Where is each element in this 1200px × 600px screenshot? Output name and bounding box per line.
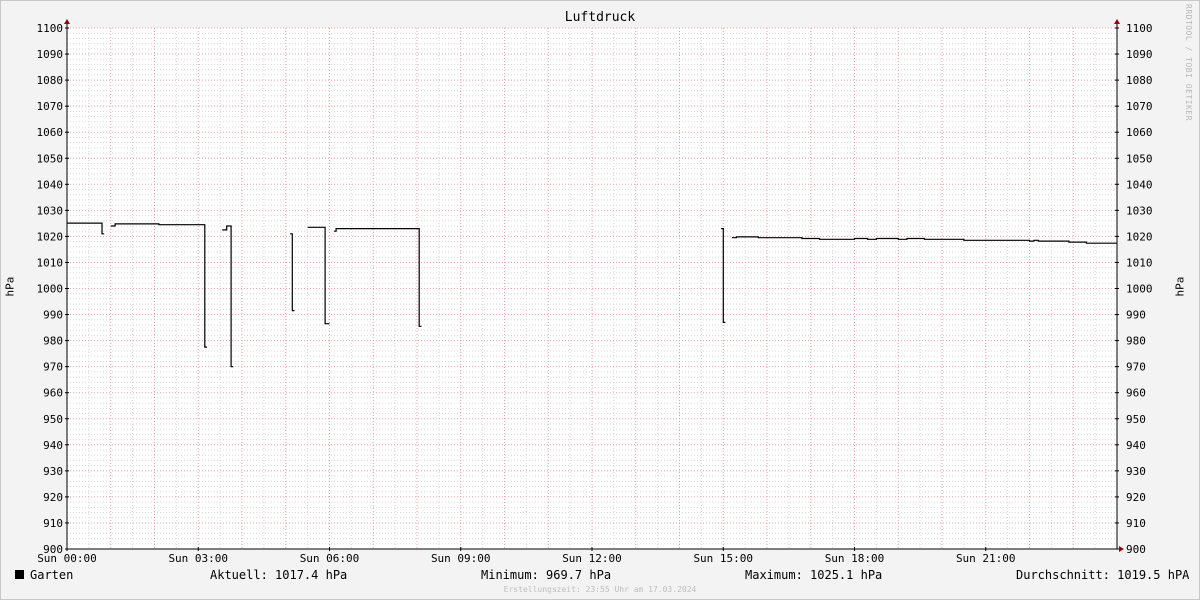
- y-tick-label-right: 980: [1126, 335, 1146, 348]
- y-tick-label-left: 1090: [37, 48, 64, 61]
- y-tick-label-left: 980: [43, 335, 63, 348]
- stat-average: Durchschnitt: 1019.5 hPA: [1016, 568, 1190, 582]
- x-tick-label: Sun 06:00: [300, 552, 360, 565]
- stat-maximum: Maximum: 1025.1 hPa: [745, 568, 883, 582]
- y-tick-label-left: 1050: [37, 152, 64, 165]
- y-tick-label-right: 930: [1126, 465, 1146, 478]
- y-tick-label-left: 1030: [37, 204, 64, 217]
- y-tick-label-right: 910: [1126, 517, 1146, 530]
- legend-swatch: [15, 570, 24, 579]
- y-tick-label-left: 930: [43, 465, 63, 478]
- y-axis-arrow-right: [1114, 19, 1120, 24]
- y-tick-label-right: 950: [1126, 413, 1146, 426]
- y-tick-label-left: 1020: [37, 230, 64, 243]
- y-tick-label-right: 1100: [1126, 22, 1153, 35]
- x-tick-label: Sun 15:00: [693, 552, 753, 565]
- y-tick-label-left: 1000: [37, 283, 64, 296]
- x-axis-arrow: [1119, 546, 1124, 552]
- y-tick-label-left: 1100: [37, 22, 64, 35]
- y-tick-label-right: 1020: [1126, 230, 1153, 243]
- y-tick-label-right: 970: [1126, 361, 1146, 374]
- y-tick-label-right: 1040: [1126, 178, 1153, 191]
- y-tick-label-left: 1010: [37, 256, 64, 269]
- x-tick-label: Sun 21:00: [956, 552, 1016, 565]
- y-axis-arrow-left: [64, 19, 70, 24]
- x-tick-label: Sun 09:00: [431, 552, 491, 565]
- y-tick-label-left: 960: [43, 387, 63, 400]
- y-tick-label-right: 920: [1126, 491, 1146, 504]
- y-tick-label-left: 1060: [37, 126, 64, 139]
- y-tick-label-left: 940: [43, 439, 63, 452]
- y-tick-label-left: 910: [43, 517, 63, 530]
- y-tick-label-left: 950: [43, 413, 63, 426]
- y-tick-label-right: 990: [1126, 309, 1146, 322]
- x-tick-label: Sun 12:00: [562, 552, 622, 565]
- y-tick-label-left: 990: [43, 309, 63, 322]
- y-tick-label-left: 970: [43, 361, 63, 374]
- y-tick-label-right: 900: [1126, 543, 1146, 556]
- y-tick-label-left: 1040: [37, 178, 64, 191]
- legend-series-name: Garten: [30, 568, 74, 582]
- x-tick-label: Sun 00:00: [37, 552, 97, 565]
- x-tick-label: Sun 18:00: [825, 552, 885, 565]
- stat-minimum: Minimum: 969.7 hPa: [481, 568, 612, 582]
- stat-current: Aktuell: 1017.4 hPa: [210, 568, 348, 582]
- y-tick-label-right: 1060: [1126, 126, 1153, 139]
- y-tick-label-right: 1000: [1126, 283, 1153, 296]
- y-tick-label-left: 920: [43, 491, 63, 504]
- y-tick-label-right: 960: [1126, 387, 1146, 400]
- y-tick-label-left: 1080: [37, 74, 64, 87]
- line-chart: 900 900910 910920 920930 930940 940950 950960 9…: [37, 19, 1153, 565]
- y-tick-label-right: 1070: [1126, 100, 1153, 113]
- y-tick-label-right: 1050: [1126, 152, 1153, 165]
- y-tick-label-right: 1010: [1126, 256, 1153, 269]
- y-tick-label-right: 1030: [1126, 204, 1153, 217]
- y-tick-label-right: 940: [1126, 439, 1146, 452]
- creation-time: Erstellungszeit: 23:55 Uhr am 17.03.2024: [503, 585, 697, 594]
- x-tick-label: Sun 03:00: [168, 552, 228, 565]
- y-tick-label-right: 1090: [1126, 48, 1153, 61]
- y-tick-label-left: 1070: [37, 100, 64, 113]
- y-tick-label-right: 1080: [1126, 74, 1153, 87]
